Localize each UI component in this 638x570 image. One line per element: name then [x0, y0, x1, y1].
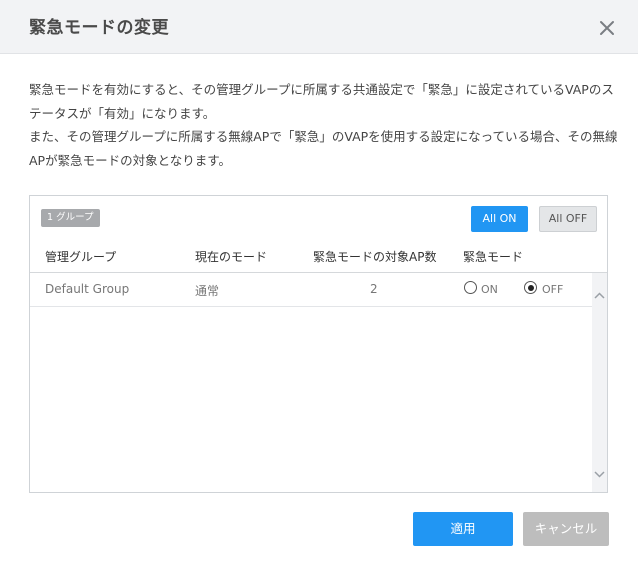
- dialog-title: 緊急モードの変更: [29, 18, 169, 38]
- column-header-group: 管理グループ: [45, 250, 117, 264]
- group-count-badge: 1 グループ: [41, 209, 100, 227]
- description-paragraph-1: 緊急モードを有効にすると、その管理グループに所属する共通設定で「緊急」に設定され…: [29, 82, 614, 121]
- all-off-button[interactable]: All OFF: [539, 206, 597, 232]
- table-row: Default Group 通常 2 ON OFF: [30, 273, 592, 307]
- description: 緊急モードを有効にすると、その管理グループに所属する共通設定で「緊急」に設定され…: [29, 78, 619, 172]
- cell-group-name: Default Group: [45, 282, 130, 296]
- all-on-button[interactable]: All ON: [471, 206, 528, 232]
- description-paragraph-2: また、その管理グループに所属する無線APで「緊急」のVAPを使用する設定になって…: [29, 129, 618, 168]
- radio-off-label[interactable]: OFF: [542, 283, 563, 296]
- chevron-down-icon[interactable]: [593, 465, 606, 478]
- cancel-button[interactable]: キャンセル: [523, 512, 609, 546]
- column-header-ap-count: 緊急モードの対象AP数: [313, 250, 437, 264]
- radio-on-label[interactable]: ON: [481, 283, 498, 296]
- column-header-emergency-mode: 緊急モード: [463, 250, 524, 264]
- column-header-current-mode: 現在のモード: [195, 250, 268, 264]
- group-table-panel: 1 グループ All ON All OFF 管理グループ 現在のモード 緊急モー…: [29, 195, 608, 493]
- close-icon[interactable]: [596, 17, 618, 39]
- radio-off[interactable]: [524, 281, 537, 294]
- cell-current-mode: 通常: [195, 284, 220, 298]
- dialog-header: 緊急モードの変更: [0, 0, 638, 54]
- radio-on[interactable]: [464, 281, 477, 294]
- chevron-up-icon[interactable]: [593, 287, 606, 299]
- cell-ap-count: 2: [370, 282, 378, 296]
- apply-button[interactable]: 適用: [413, 512, 513, 546]
- vertical-scrollbar[interactable]: [592, 273, 607, 492]
